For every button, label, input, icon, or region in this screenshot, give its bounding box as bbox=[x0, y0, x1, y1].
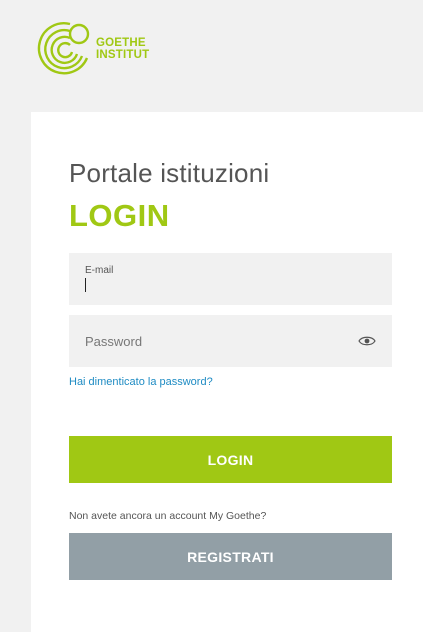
logo-wordmark: GOETHE INSTITUT bbox=[96, 37, 149, 61]
page-edge bbox=[423, 0, 431, 632]
login-heading: LOGIN bbox=[69, 198, 170, 233]
email-field[interactable]: E-mail bbox=[69, 253, 392, 305]
goethe-logo[interactable]: GOETHE INSTITUT bbox=[32, 20, 149, 78]
no-account-text: Non avete ancora un account My Goethe? bbox=[69, 510, 267, 522]
email-label: E-mail bbox=[85, 265, 114, 276]
text-cursor bbox=[85, 278, 86, 292]
login-button[interactable]: LOGIN bbox=[69, 436, 392, 483]
register-button[interactable]: REGISTRATI bbox=[69, 533, 392, 580]
eye-icon[interactable] bbox=[358, 334, 376, 348]
password-field[interactable]: Password bbox=[69, 315, 392, 367]
forgot-password-link[interactable]: Hai dimenticato la password? bbox=[69, 376, 213, 388]
password-placeholder: Password bbox=[85, 334, 143, 349]
page-title: Portale istituzioni bbox=[69, 158, 270, 188]
goethe-circles-icon bbox=[37, 22, 90, 75]
logo-line-2: INSTITUT bbox=[96, 49, 150, 61]
logo-line-1: GOETHE bbox=[96, 37, 146, 49]
login-card: Portale istituzioni LOGIN E-mail Passwor… bbox=[31, 112, 423, 632]
